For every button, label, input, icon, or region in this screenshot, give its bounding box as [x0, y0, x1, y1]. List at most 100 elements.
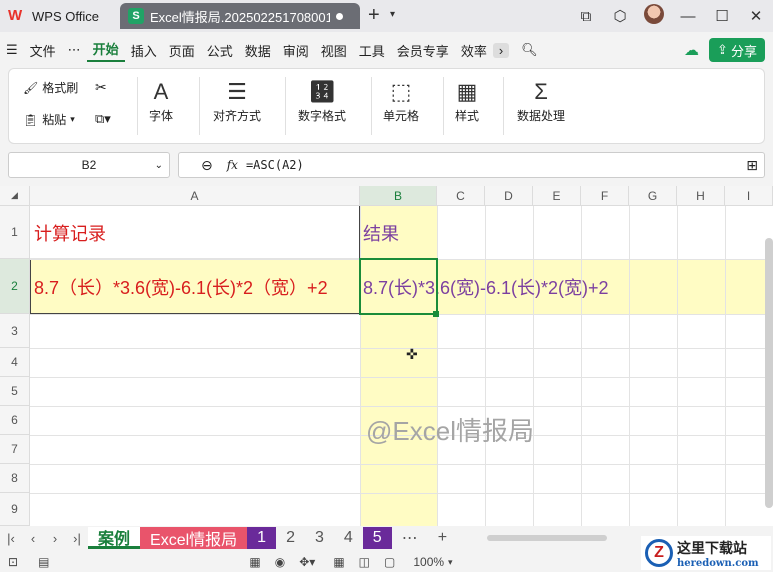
- data-process-group[interactable]: Σ 数据处理: [517, 77, 565, 124]
- col-header-h[interactable]: H: [677, 186, 725, 206]
- menu-page[interactable]: 页面: [163, 41, 201, 60]
- eye-protect-icon[interactable]: ◉: [275, 555, 285, 569]
- gridline: [725, 206, 726, 526]
- fx-icon[interactable]: fx: [227, 158, 238, 172]
- wps-home-tab[interactable]: W WPS Office: [8, 4, 99, 28]
- sheet-tab-5[interactable]: 5: [362, 527, 392, 549]
- name-box-dropdown-icon[interactable]: ⌄: [155, 160, 163, 171]
- fill-handle[interactable]: [433, 311, 439, 317]
- document-tab[interactable]: S Excel情报局.202502251708001: [120, 3, 360, 29]
- number-format-group[interactable]: 🔢︎ 数字格式: [298, 77, 346, 124]
- search-icon[interactable]: 🔍︎: [515, 42, 544, 58]
- tab-list-chevron-icon[interactable]: ▾: [390, 9, 395, 20]
- brand-z-icon: Z: [645, 539, 673, 567]
- menu-file[interactable]: 文件: [24, 41, 62, 60]
- menu-view[interactable]: 视图: [315, 41, 353, 60]
- row-header-3[interactable]: 3: [0, 314, 30, 348]
- sheet-tab-3[interactable]: 3: [305, 527, 334, 549]
- cell-group[interactable]: ⬚ 单元格: [383, 77, 419, 124]
- name-box[interactable]: B2 ⌄: [8, 152, 170, 178]
- cut-icon[interactable]: ✂: [95, 79, 107, 96]
- zoom-dropdown-icon[interactable]: ▾: [448, 557, 453, 568]
- menu-insert[interactable]: 插入: [125, 41, 163, 60]
- formula-text[interactable]: =ASC(A2): [246, 158, 304, 172]
- ribbon-separator: [199, 77, 200, 135]
- col-header-f[interactable]: F: [581, 186, 629, 206]
- horizontal-scrollbar[interactable]: [487, 535, 608, 541]
- sheet-tab-2[interactable]: 2: [276, 527, 305, 549]
- selected-cell-b2[interactable]: [359, 258, 438, 315]
- add-sheet-button[interactable]: +: [428, 527, 457, 549]
- menu-tools[interactable]: 工具: [353, 41, 391, 60]
- row-header-1[interactable]: 1: [0, 206, 30, 259]
- vertical-scrollbar[interactable]: [765, 206, 773, 526]
- copy-icon[interactable]: ⧉▾: [95, 111, 111, 127]
- col-header-c[interactable]: C: [437, 186, 485, 206]
- menu-member[interactable]: 会员专享: [391, 41, 455, 60]
- sheet-view-icon[interactable]: ⊡: [8, 555, 18, 569]
- page-break-icon[interactable]: ▢: [384, 555, 395, 569]
- align-group[interactable]: ☰ 对齐方式: [213, 77, 261, 124]
- maximize-icon[interactable]: ☐: [705, 7, 739, 25]
- row-header-4[interactable]: 4: [0, 348, 30, 377]
- user-avatar[interactable]: [637, 4, 671, 28]
- row-header-6[interactable]: 6: [0, 406, 30, 435]
- row-header-2[interactable]: 2: [0, 259, 30, 314]
- col-header-a[interactable]: A: [30, 186, 360, 206]
- cloud-sync-icon[interactable]: ☁: [684, 41, 699, 59]
- menu-review[interactable]: 审阅: [277, 41, 315, 60]
- row-header-9[interactable]: 9: [0, 493, 30, 526]
- menu-home[interactable]: 开始: [86, 39, 125, 62]
- menu-efficiency[interactable]: 效率: [455, 41, 493, 60]
- style-group[interactable]: ▦ 样式: [455, 77, 479, 124]
- last-sheet-icon[interactable]: ›|: [66, 531, 88, 546]
- minimize-icon[interactable]: —: [671, 8, 705, 25]
- menu-scroll-right-icon[interactable]: ›: [492, 42, 510, 58]
- paste-label: 粘贴: [42, 113, 67, 127]
- sheet-tab-case[interactable]: 案例: [88, 527, 141, 549]
- grid-view-icon[interactable]: ▦: [249, 555, 260, 569]
- gridline: [581, 206, 582, 526]
- expand-formula-icon[interactable]: ⊞: [746, 157, 758, 174]
- formula-bar[interactable]: ⊖ fx =ASC(A2) ⊞: [178, 152, 765, 178]
- menu-bar: ☰ 文件 ⋯ 开始 插入 页面 公式 数据 审阅 视图 工具 会员专享 效率 ›…: [0, 36, 773, 64]
- col-header-i[interactable]: I: [725, 186, 773, 206]
- new-tab-icon[interactable]: +: [368, 4, 380, 27]
- macro-icon[interactable]: ▤: [38, 555, 49, 569]
- zoom-level[interactable]: 100%: [413, 555, 444, 569]
- zoom-formula-icon[interactable]: ⊖: [201, 157, 213, 174]
- scrollbar-thumb[interactable]: [765, 238, 773, 508]
- focus-mode-icon[interactable]: ✥▾: [299, 555, 315, 569]
- menu-data[interactable]: 数据: [239, 41, 277, 60]
- sheet-tab-4[interactable]: 4: [334, 527, 363, 549]
- paste-button[interactable]: 📋︎ 粘贴 ▾: [23, 111, 75, 128]
- ribbon-separator: [443, 77, 444, 135]
- select-all-corner[interactable]: ◢: [0, 186, 30, 206]
- col-header-e[interactable]: E: [533, 186, 581, 206]
- row-header-7[interactable]: 7: [0, 435, 30, 464]
- page-layout-icon[interactable]: ◫: [359, 555, 370, 569]
- col-header-b[interactable]: B: [360, 186, 437, 206]
- row-header-8[interactable]: 8: [0, 464, 30, 493]
- prev-sheet-icon[interactable]: ‹: [22, 531, 44, 546]
- number-format-icon: 🔢︎: [308, 79, 336, 104]
- share-button[interactable]: ⇪ 分享: [709, 38, 765, 62]
- col-header-d[interactable]: D: [485, 186, 533, 206]
- format-painter-button[interactable]: 🖌︎ 格式刷: [23, 79, 78, 96]
- font-group[interactable]: A 字体: [149, 77, 173, 124]
- next-sheet-icon[interactable]: ›: [44, 531, 66, 546]
- sheet-tab-1[interactable]: 1: [247, 527, 277, 549]
- restore-view-icon[interactable]: ⧉: [569, 8, 603, 25]
- hamburger-icon[interactable]: ☰: [0, 42, 24, 58]
- cube-icon[interactable]: ⬡: [603, 7, 637, 25]
- first-sheet-icon[interactable]: |‹: [0, 531, 22, 546]
- sheet-tab-excel[interactable]: Excel情报局: [140, 527, 248, 549]
- close-icon[interactable]: ✕: [739, 7, 773, 25]
- col-header-g[interactable]: G: [629, 186, 677, 206]
- menu-formula[interactable]: 公式: [201, 41, 239, 60]
- normal-view-icon[interactable]: ▦: [333, 555, 344, 569]
- menu-more[interactable]: ⋯: [62, 42, 87, 58]
- row-header-5[interactable]: 5: [0, 377, 30, 406]
- unsaved-dot-icon[interactable]: [336, 12, 343, 20]
- more-sheets[interactable]: ⋯: [392, 527, 428, 549]
